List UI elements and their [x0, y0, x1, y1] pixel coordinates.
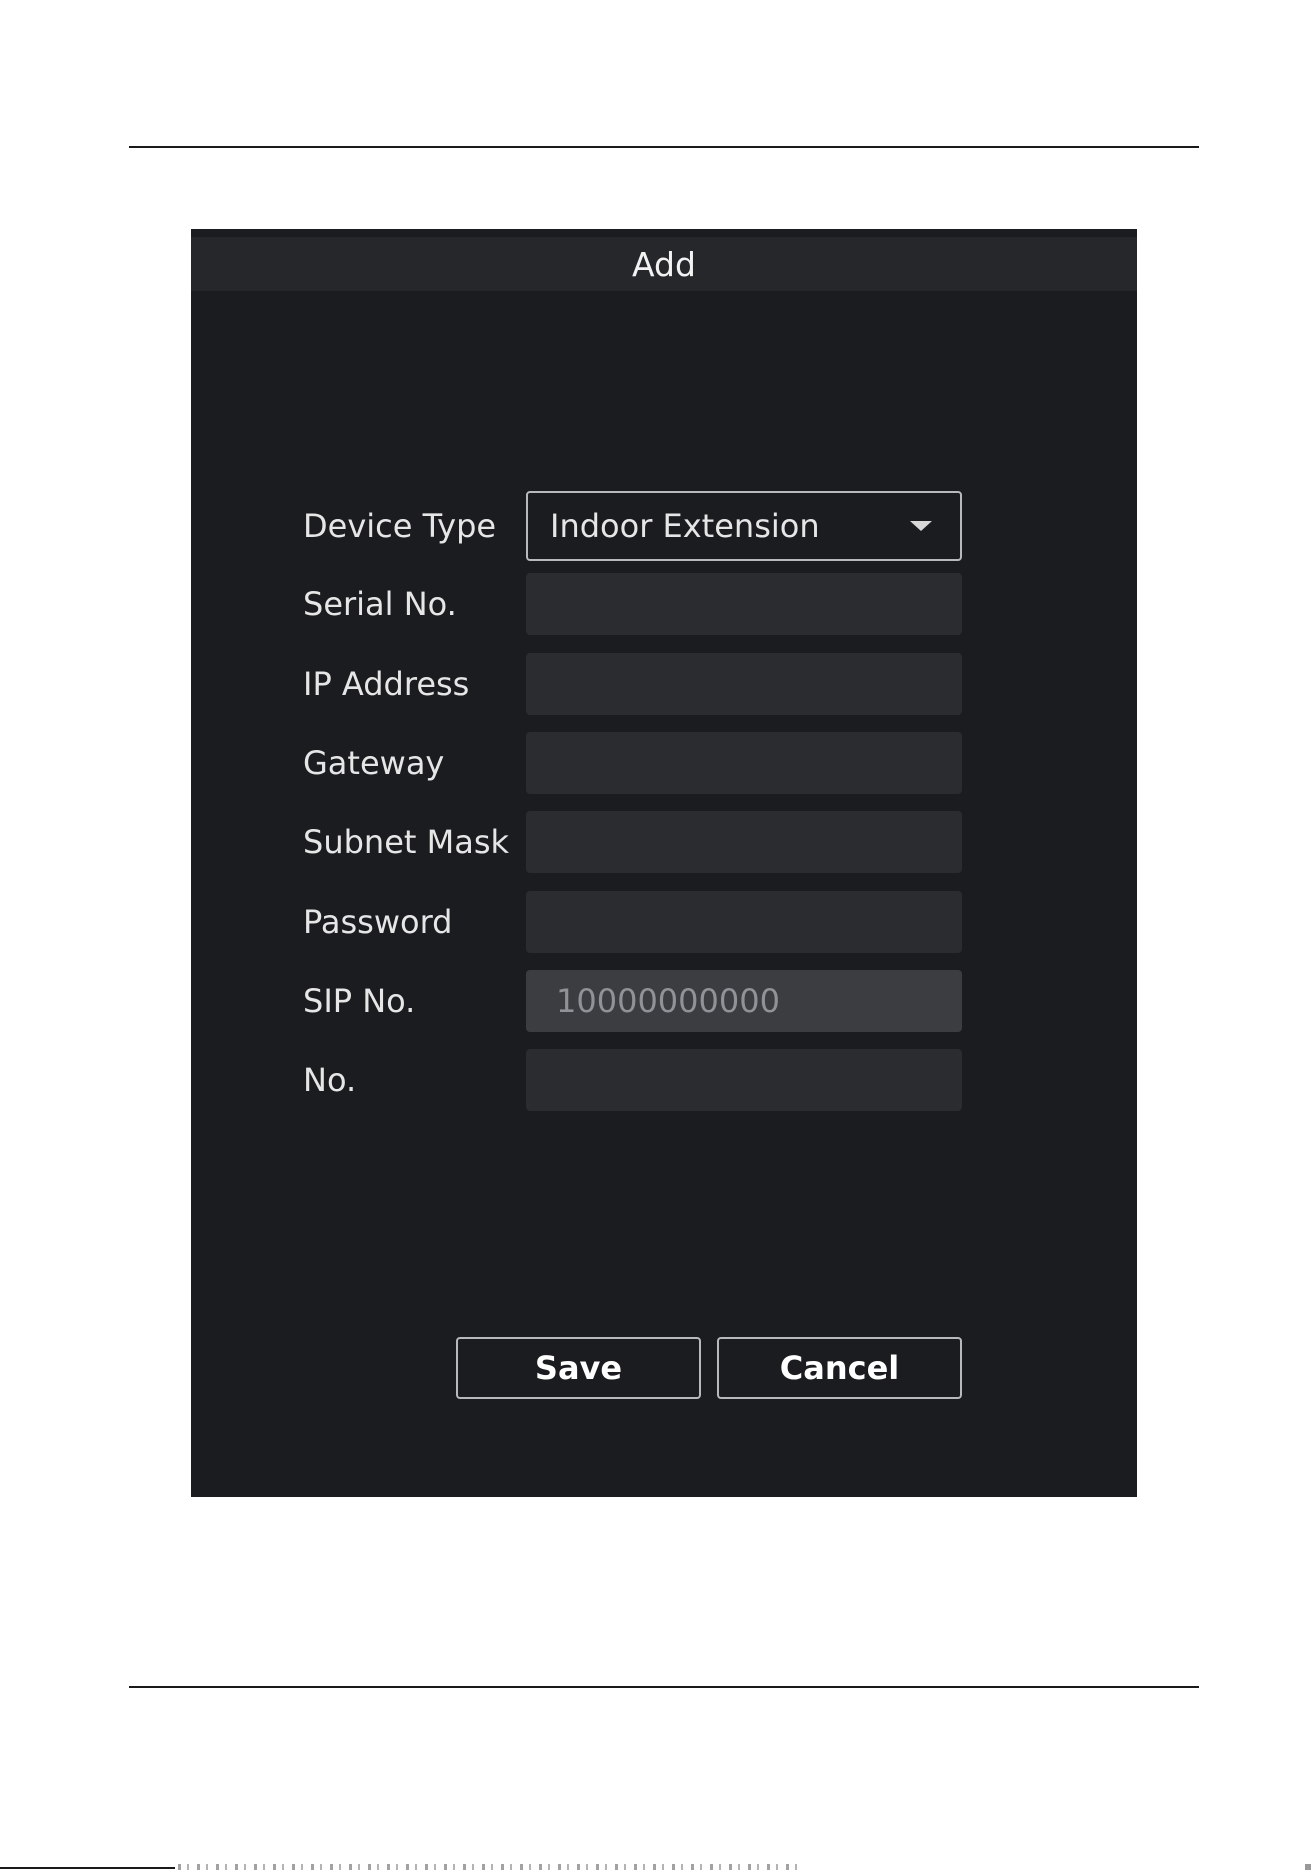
cancel-button[interactable]: Cancel [717, 1337, 962, 1399]
sip-no-input: 10000000000 [526, 970, 962, 1032]
sip-no-label: SIP No. [303, 982, 416, 1020]
page-header-rule [129, 146, 1199, 148]
device-type-label: Device Type [303, 507, 497, 545]
device-type-select[interactable]: Indoor Extension [526, 491, 962, 561]
page-footer-rule [129, 1686, 1199, 1688]
add-device-dialog: Add Device Type Indoor Extension Serial … [191, 229, 1137, 1497]
no-input[interactable] [526, 1049, 962, 1111]
no-label: No. [303, 1061, 357, 1099]
subnet-mask-input[interactable] [526, 811, 962, 873]
subnet-mask-label: Subnet Mask [303, 823, 510, 861]
serial-no-label: Serial No. [303, 585, 457, 623]
password-input[interactable] [526, 891, 962, 953]
sip-no-row: SIP No. 10000000000 [303, 970, 1003, 1032]
serial-no-row: Serial No. [303, 573, 1003, 635]
ip-address-input[interactable] [526, 653, 962, 715]
device-type-row: Device Type Indoor Extension [303, 491, 1003, 561]
gateway-input[interactable] [526, 732, 962, 794]
gateway-row: Gateway [303, 732, 1003, 794]
caret-down-icon[interactable] [910, 521, 932, 531]
save-button[interactable]: Save [456, 1337, 701, 1399]
password-row: Password [303, 891, 1003, 953]
dialog-header: Add [191, 237, 1137, 291]
ip-address-row: IP Address [303, 653, 1003, 715]
dialog-title: Add [632, 244, 696, 284]
no-row: No. [303, 1049, 1003, 1111]
subnet-mask-row: Subnet Mask [303, 811, 1003, 873]
footer-cropped-mark [1305, 1864, 1311, 1870]
footer-cropped-text [178, 1864, 798, 1870]
footer-rule-fragment [0, 1867, 175, 1869]
ip-address-label: IP Address [303, 665, 470, 703]
device-type-value: Indoor Extension [550, 507, 820, 545]
password-label: Password [303, 903, 453, 941]
serial-no-input[interactable] [526, 573, 962, 635]
gateway-label: Gateway [303, 744, 445, 782]
